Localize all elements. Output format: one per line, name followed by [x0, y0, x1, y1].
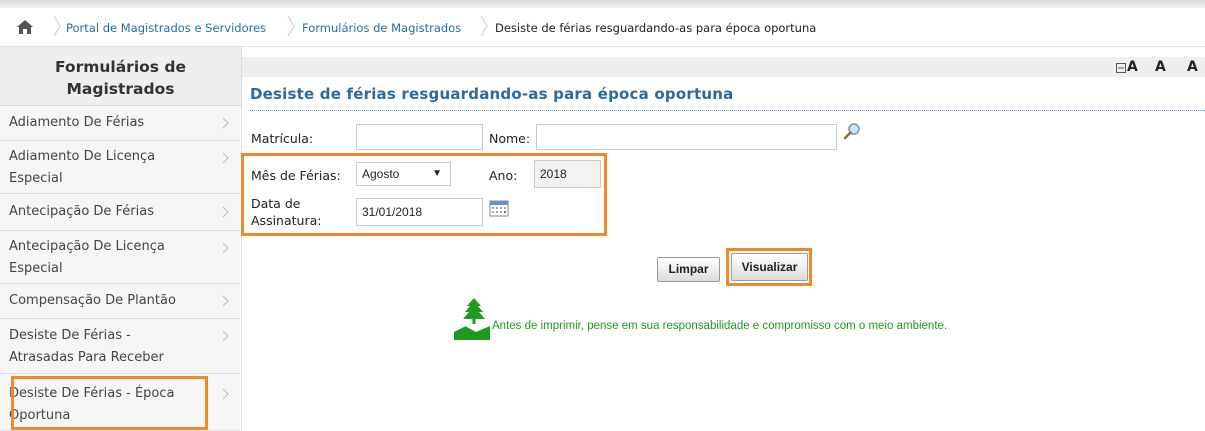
dropdown-arrow-icon: ▼ — [432, 168, 442, 179]
matricula-input[interactable] — [356, 124, 483, 150]
home-icon[interactable] — [16, 19, 34, 35]
mes-ferias-select[interactable]: Agosto ▼ — [356, 162, 451, 186]
data-assinatura-label-line2: Assinatura: — [251, 213, 322, 228]
highlight-box-sidebar — [11, 376, 208, 430]
sidebar-title: Formulários de Magistrados — [0, 47, 241, 106]
breadcrumb-link-portal[interactable]: Portal de Magistrados e Servidores — [66, 20, 266, 36]
visualizar-button[interactable]: Visualizar — [731, 253, 808, 281]
sidebar-item-label: Especial — [9, 171, 63, 186]
sidebar-title-line2: Magistrados — [66, 80, 175, 98]
page-title: Desiste de férias resguardando-as para é… — [250, 85, 734, 103]
sidebar-title-line1: Formulários de — [54, 58, 187, 76]
chevron-right-icon — [480, 15, 488, 37]
sidebar-item-label: Antecipação De Licença — [9, 239, 165, 254]
top-border — [0, 0, 1205, 8]
chevron-right-icon — [222, 206, 229, 218]
sidebar-item-compensacao-plantao[interactable]: Compensação De Plantão — [0, 284, 240, 319]
sidebar-item-label: Adiamento De Licença — [9, 149, 156, 164]
data-assinatura-label-line1: Data de — [251, 196, 301, 211]
search-icon[interactable] — [843, 122, 861, 140]
sidebar-item-label: Adiamento De Férias — [9, 115, 145, 130]
nome-input[interactable] — [536, 124, 837, 150]
chevron-right-icon — [222, 388, 229, 400]
mes-ferias-label: Mês de Férias: — [251, 168, 341, 183]
chevron-right-icon — [53, 15, 61, 37]
sidebar-item-adiamento-licenca[interactable]: Adiamento De Licença Especial — [0, 141, 240, 194]
nome-label: Nome: — [489, 131, 531, 146]
sidebar-item-label: Atrasadas Para Receber — [9, 350, 164, 365]
limpar-button[interactable]: Limpar — [657, 257, 720, 282]
chevron-right-icon — [222, 295, 229, 307]
content-toolbar — [242, 57, 1205, 77]
font-increase-button[interactable]: A — [1187, 59, 1198, 75]
data-assinatura-input[interactable]: 31/01/2018 — [356, 198, 483, 226]
sidebar-item-adiamento-ferias[interactable]: Adiamento De Férias — [0, 106, 240, 141]
breadcrumb-current: Desiste de férias resguardando-as para é… — [495, 21, 817, 35]
minus-box-icon — [1116, 63, 1126, 73]
sidebar-item-label: Especial — [9, 261, 63, 276]
sidebar-item-label: Compensação De Plantão — [9, 293, 176, 308]
sidebar-item-label: Desiste De Férias - — [9, 328, 131, 343]
chevron-right-icon — [287, 15, 295, 37]
sidebar: Formulários de Magistrados Adiamento De … — [0, 47, 242, 431]
breadcrumb: Portal de Magistrados e Servidores Formu… — [0, 9, 1205, 47]
sidebar-item-antecipacao-ferias[interactable]: Antecipação De Férias — [0, 194, 240, 231]
sidebar-item-desiste-atrasadas[interactable]: Desiste De Férias - Atrasadas Para Receb… — [0, 319, 240, 374]
chevron-right-icon — [222, 117, 229, 129]
mes-ferias-value: Agosto — [362, 167, 400, 181]
matricula-label: Matrícula: — [251, 131, 314, 146]
title-divider — [250, 110, 1205, 111]
chevron-right-icon — [222, 242, 229, 254]
sidebar-item-antecipacao-licenca[interactable]: Antecipação De Licença Especial — [0, 231, 240, 284]
font-decrease-button[interactable]: A — [1127, 59, 1138, 75]
eco-message: Antes de imprimir, pense em sua responsa… — [492, 320, 948, 332]
breadcrumb-link-formularios[interactable]: Formulários de Magistrados — [302, 20, 461, 36]
ano-input[interactable]: 2018 — [534, 160, 601, 188]
sidebar-item-label: Antecipação De Férias — [9, 204, 155, 219]
chevron-right-icon — [222, 330, 229, 342]
calendar-icon[interactable] — [489, 199, 509, 217]
font-normal-button[interactable]: A — [1155, 59, 1166, 75]
eco-tree-icon — [454, 298, 490, 340]
ano-label: Ano: — [489, 168, 518, 183]
chevron-right-icon — [222, 152, 229, 164]
